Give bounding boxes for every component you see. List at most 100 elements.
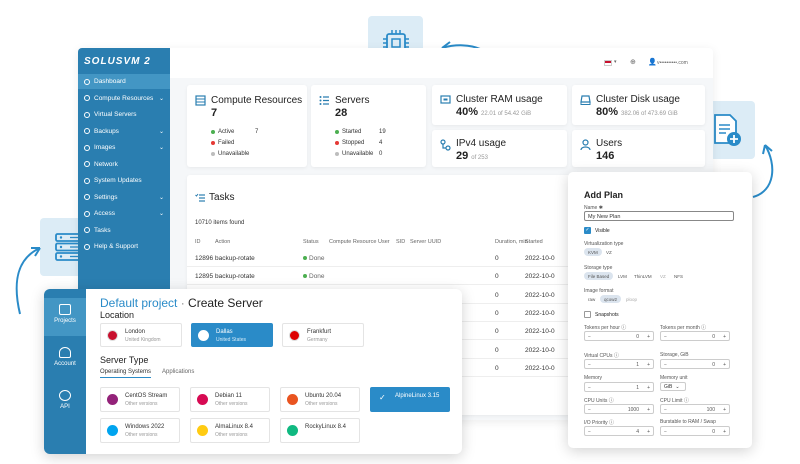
column-header[interactable]: Status [303,239,319,245]
minus-icon[interactable]: − [664,429,667,435]
number-stepper[interactable]: − 0 + [660,331,730,341]
column-header[interactable]: Action [215,239,230,245]
memory-unit-select[interactable]: GiB ⌄ [660,382,686,391]
storage-vz-chip[interactable]: VZ [656,272,670,280]
sidebar-item-backups[interactable]: Backups ⌄ [78,124,170,139]
number-stepper[interactable]: − 1 + [584,382,654,392]
plus-icon[interactable]: + [723,429,726,435]
storage-lvm-chip[interactable]: LVM [614,272,631,280]
os-logo-icon [287,425,298,436]
chevron-down-icon: ⌄ [675,384,680,390]
plus-icon[interactable]: + [723,407,726,413]
number-stepper[interactable]: − 0 + [660,426,730,436]
column-header[interactable]: Duration, min [495,239,528,245]
field-label: Burstable to RAM / Swap [660,419,716,425]
location-dallas[interactable]: Dallas United States [191,323,273,347]
field-label: CPU Limit ⓘ [660,398,689,404]
snapshots-checkbox[interactable] [584,311,591,318]
storage-file-chip[interactable]: File Based [584,272,614,280]
sidebar-item-network[interactable]: Network [78,157,170,172]
column-header[interactable]: Server UUID [410,239,441,245]
virt-kvm-chip[interactable]: KVM [584,248,602,256]
sidebar-item-virtual-servers[interactable]: Virtual Servers [78,107,170,122]
ipv4-usage-card[interactable]: IPv4 usage 29 of 253 [432,130,567,167]
sidebar-item-images[interactable]: Images ⌄ [78,140,170,155]
flag-icon[interactable] [604,60,612,66]
format-qcow2-chip[interactable]: qcow2 [600,295,622,303]
plus-icon[interactable]: + [647,429,650,435]
column-header[interactable]: SID [396,239,405,245]
ram-usage-card[interactable]: Cluster RAM usage 40% 22.01 of 54.42 GiB [432,85,567,125]
task-duration: 0 [495,346,499,354]
os-option[interactable]: ✓ AlpineLinux 3.15 [370,387,450,412]
visible-label: Visible [595,228,610,234]
tab-applications[interactable]: Applications [162,369,194,375]
snapshots-label: Snapshots [595,312,619,318]
column-header[interactable]: Compute Resource [329,239,376,245]
servers-card[interactable]: Servers 28 Started 19 Stopped 4 Unavailable 0 [311,85,426,167]
chevron-down-icon[interactable]: ▾ [614,59,617,65]
format-ploop-chip[interactable]: ploop [622,295,641,303]
format-raw-chip[interactable]: raw [584,295,599,303]
number-stepper[interactable]: − 1 + [584,359,654,369]
os-option[interactable]: RockyLinux 8.4 [280,418,360,443]
plus-icon[interactable]: + [647,334,650,340]
tab-operating-systems[interactable]: Operating Systems [100,369,152,378]
plus-icon[interactable]: + [647,407,650,413]
number-stepper[interactable]: − 4 + [584,426,654,436]
add-plan-title: Add Plan [584,190,624,200]
storage-nfs-chip[interactable]: NFS [670,272,687,280]
os-logo-icon [107,394,118,405]
os-option[interactable]: AlmaLinux 8.4 Other versions [190,418,270,443]
minus-icon[interactable]: − [588,407,591,413]
column-header[interactable]: User [378,239,390,245]
project-link[interactable]: Default project [100,296,177,310]
user-email[interactable]: v••••••••••.com [657,60,688,66]
sidebar-item-access[interactable]: Access ⌄ [78,206,170,221]
sidebar-item-system-updates[interactable]: System Updates [78,173,170,188]
storage-thinlvm-chip[interactable]: ThinLVM [630,272,656,280]
plus-icon[interactable]: + [647,385,650,391]
minus-icon[interactable]: − [664,407,667,413]
os-option[interactable]: Windows 2022 Other versions [100,418,180,443]
column-header[interactable]: ID [195,239,201,245]
disk-usage-card[interactable]: Cluster Disk usage 80% 382.06 of 473.69 G… [572,85,705,125]
plus-icon[interactable]: + [723,334,726,340]
minus-icon[interactable]: − [588,334,591,340]
plus-icon[interactable]: + [647,362,650,368]
nav-account[interactable]: Account [44,341,86,379]
sidebar-item-settings[interactable]: Settings ⌄ [78,190,170,205]
number-stepper[interactable]: − 100 + [660,404,730,414]
virt-vz-chip[interactable]: VZ [602,248,616,256]
nav-api[interactable]: API [44,384,86,422]
sidebar-item-tasks[interactable]: Tasks [78,223,170,238]
os-option[interactable]: Debian 11 Other versions [190,387,270,412]
os-option[interactable]: Ubuntu 20.04 Other versions [280,387,360,412]
compute-resources-card[interactable]: Compute Resources 7 Active 7 Failed Unavail… [187,85,307,167]
number-stepper[interactable]: − 0 + [660,359,730,369]
location-frankfurt[interactable]: Frankfurt Germany [282,323,364,347]
minus-icon[interactable]: − [664,362,667,368]
plan-name-input[interactable]: My New Plan [584,211,734,221]
sidebar-item-dashboard[interactable]: Dashboard [78,74,170,89]
settings-icon[interactable]: ⊕ [630,58,636,66]
minus-icon[interactable]: − [588,362,591,368]
nav-icon [84,78,90,85]
sidebar-item-compute-resources[interactable]: Compute Resources ⌄ [78,91,170,106]
minus-icon[interactable]: − [664,334,667,340]
minus-icon[interactable]: − [588,385,591,391]
number-stepper[interactable]: − 0 + [584,331,654,341]
users-card[interactable]: Users 146 [572,130,705,167]
visible-checkbox[interactable]: ✓ [584,227,591,234]
status-dot [303,274,307,279]
user-icon[interactable]: 👤 [648,58,657,66]
plus-icon[interactable]: + [723,362,726,368]
disk-icon [580,95,591,105]
location-london[interactable]: London United Kingdom [100,323,182,347]
sidebar-item-help-support[interactable]: Help & Support [78,239,170,254]
os-option[interactable]: CentOS Stream Other versions [100,387,180,412]
nav-projects[interactable]: Projects [44,298,86,336]
column-header[interactable]: Started [525,239,543,245]
number-stepper[interactable]: − 1000 + [584,404,654,414]
minus-icon[interactable]: − [588,429,591,435]
